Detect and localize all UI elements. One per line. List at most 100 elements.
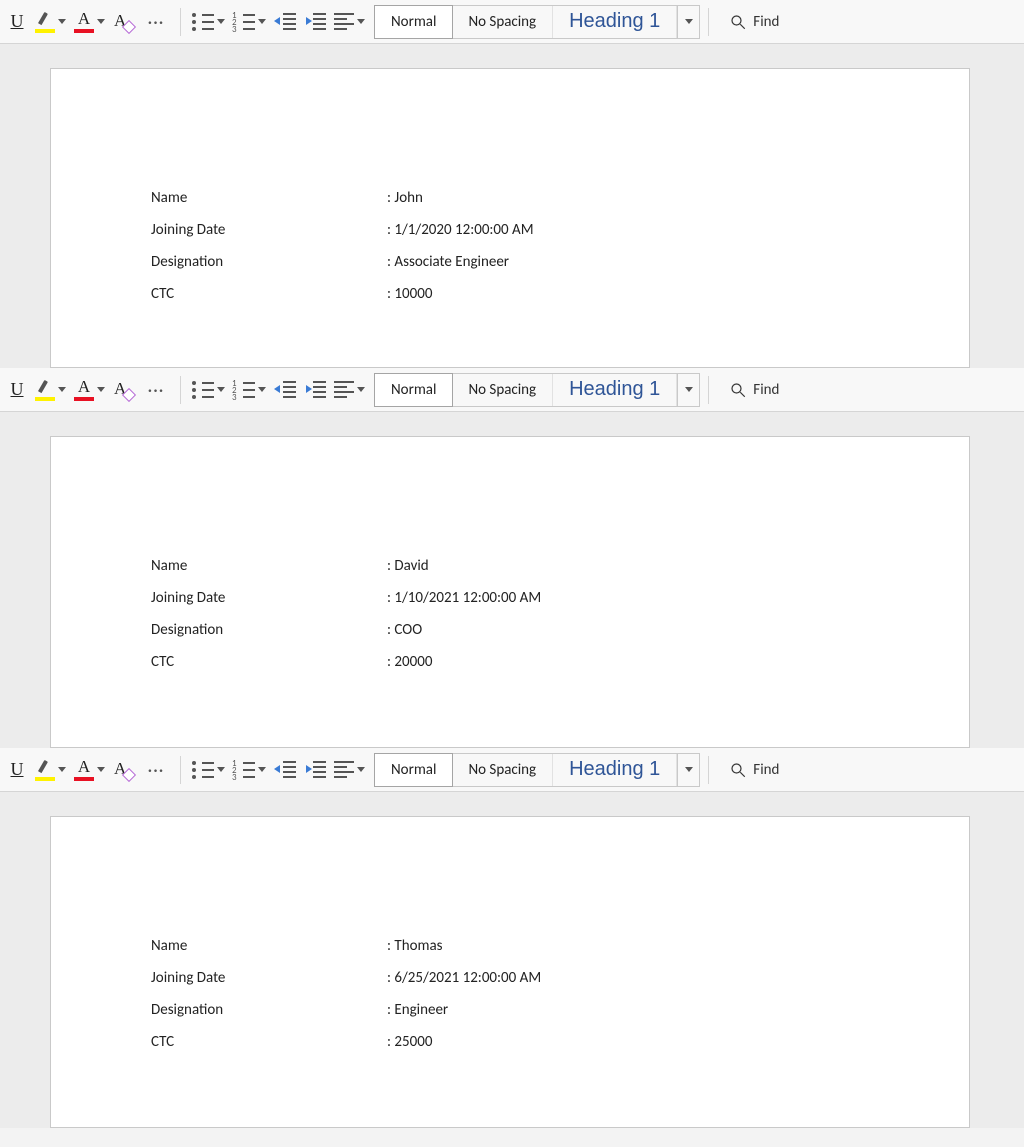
increase-indent-button[interactable] [301,7,329,37]
styles-gallery: Normal No Spacing Heading 1 [374,373,700,407]
decrease-indent-button[interactable] [271,375,299,405]
find-label: Find [753,13,779,31]
numbering-button[interactable]: 123 [230,755,269,785]
decrease-indent-icon [274,761,296,779]
numbering-icon: 123 [233,761,255,779]
align-button[interactable] [331,755,368,785]
style-normal[interactable]: Normal [374,373,453,407]
ribbon-toolbar: U A A ··· 123 Normal No Spacing Heading … [0,368,1024,412]
field-row: Joining Date: 1/10/2021 12:00:00 AM [151,589,869,607]
style-heading1[interactable]: Heading 1 [553,374,677,406]
clear-format-button[interactable]: A [110,755,138,785]
style-no-spacing[interactable]: No Spacing [452,6,553,38]
increase-indent-button[interactable] [301,755,329,785]
chevron-down-icon [97,19,105,24]
search-icon [729,381,747,399]
decrease-indent-icon [274,381,296,399]
chevron-down-icon [258,387,266,392]
chevron-down-icon [258,19,266,24]
value-designation: : COO [387,621,422,639]
style-no-spacing[interactable]: No Spacing [452,754,553,786]
chevron-down-icon [685,19,693,24]
bullets-icon [192,13,214,31]
increase-indent-icon [304,13,326,31]
bullets-icon [192,761,214,779]
more-fonts-button[interactable]: ··· [140,755,172,785]
search-icon [729,13,747,31]
clear-format-button[interactable]: A [110,7,138,37]
label-joining: Joining Date [151,969,387,987]
field-row: Joining Date: 6/25/2021 12:00:00 AM [151,969,869,987]
font-color-button[interactable]: A [71,375,108,405]
divider [708,756,709,784]
find-button[interactable]: Find [729,13,779,31]
field-row: Name: David [151,557,869,575]
label-ctc: CTC [151,653,387,671]
style-heading1[interactable]: Heading 1 [553,754,677,786]
page[interactable]: Name: Thomas Joining Date: 6/25/2021 12:… [50,816,970,1128]
value-name: : John [387,189,423,207]
document-area: Name: John Joining Date: 1/1/2020 12:00:… [0,44,1024,368]
field-row: Designation: COO [151,621,869,639]
label-designation: Designation [151,253,387,271]
align-button[interactable] [331,7,368,37]
style-normal[interactable]: Normal [374,753,453,787]
value-designation: : Associate Engineer [387,253,509,271]
highlight-button[interactable] [32,375,69,405]
increase-indent-button[interactable] [301,375,329,405]
label-designation: Designation [151,621,387,639]
clear-format-button[interactable]: A [110,375,138,405]
bullets-button[interactable] [189,375,228,405]
chevron-down-icon [685,387,693,392]
label-ctc: CTC [151,1033,387,1051]
numbering-button[interactable]: 123 [230,7,269,37]
more-fonts-button[interactable]: ··· [140,7,172,37]
value-ctc: : 20000 [387,653,432,671]
font-color-button[interactable]: A [71,755,108,785]
label-name: Name [151,189,387,207]
label-joining: Joining Date [151,589,387,607]
numbering-icon: 123 [233,381,255,399]
value-joining: : 6/25/2021 12:00:00 AM [387,969,541,987]
bullets-button[interactable] [189,7,228,37]
styles-more-button[interactable] [677,6,699,38]
underline-button[interactable]: U [4,755,30,785]
decrease-indent-button[interactable] [271,7,299,37]
chevron-down-icon [97,387,105,392]
align-icon [334,761,354,779]
styles-more-button[interactable] [677,754,699,786]
align-button[interactable] [331,375,368,405]
underline-button[interactable]: U [4,375,30,405]
page[interactable]: Name: John Joining Date: 1/1/2020 12:00:… [50,68,970,368]
underline-icon: U [11,759,24,780]
align-icon [334,13,354,31]
page[interactable]: Name: David Joining Date: 1/10/2021 12:0… [50,436,970,748]
value-designation: : Engineer [387,1001,448,1019]
style-no-spacing[interactable]: No Spacing [452,374,553,406]
decrease-indent-button[interactable] [271,755,299,785]
highlight-button[interactable] [32,7,69,37]
style-heading1[interactable]: Heading 1 [553,6,677,38]
more-icon: ··· [143,11,169,33]
bullets-button[interactable] [189,755,228,785]
more-fonts-button[interactable]: ··· [140,375,172,405]
styles-gallery: Normal No Spacing Heading 1 [374,5,700,39]
chevron-down-icon [58,767,66,772]
underline-icon: U [11,379,24,400]
find-button[interactable]: Find [729,381,779,399]
find-button[interactable]: Find [729,761,779,779]
font-color-button[interactable]: A [71,7,108,37]
styles-more-button[interactable] [677,374,699,406]
value-name: : Thomas [387,937,443,955]
style-normal[interactable]: Normal [374,5,453,39]
font-color-icon: A [74,11,94,33]
clear-format-icon: A [113,11,135,33]
field-row: Designation: Associate Engineer [151,253,869,271]
chevron-down-icon [217,19,225,24]
underline-button[interactable]: U [4,7,30,37]
numbering-button[interactable]: 123 [230,375,269,405]
highlight-button[interactable] [32,755,69,785]
chevron-down-icon [217,387,225,392]
highlighter-icon [35,379,55,401]
field-row: CTC: 25000 [151,1033,869,1051]
